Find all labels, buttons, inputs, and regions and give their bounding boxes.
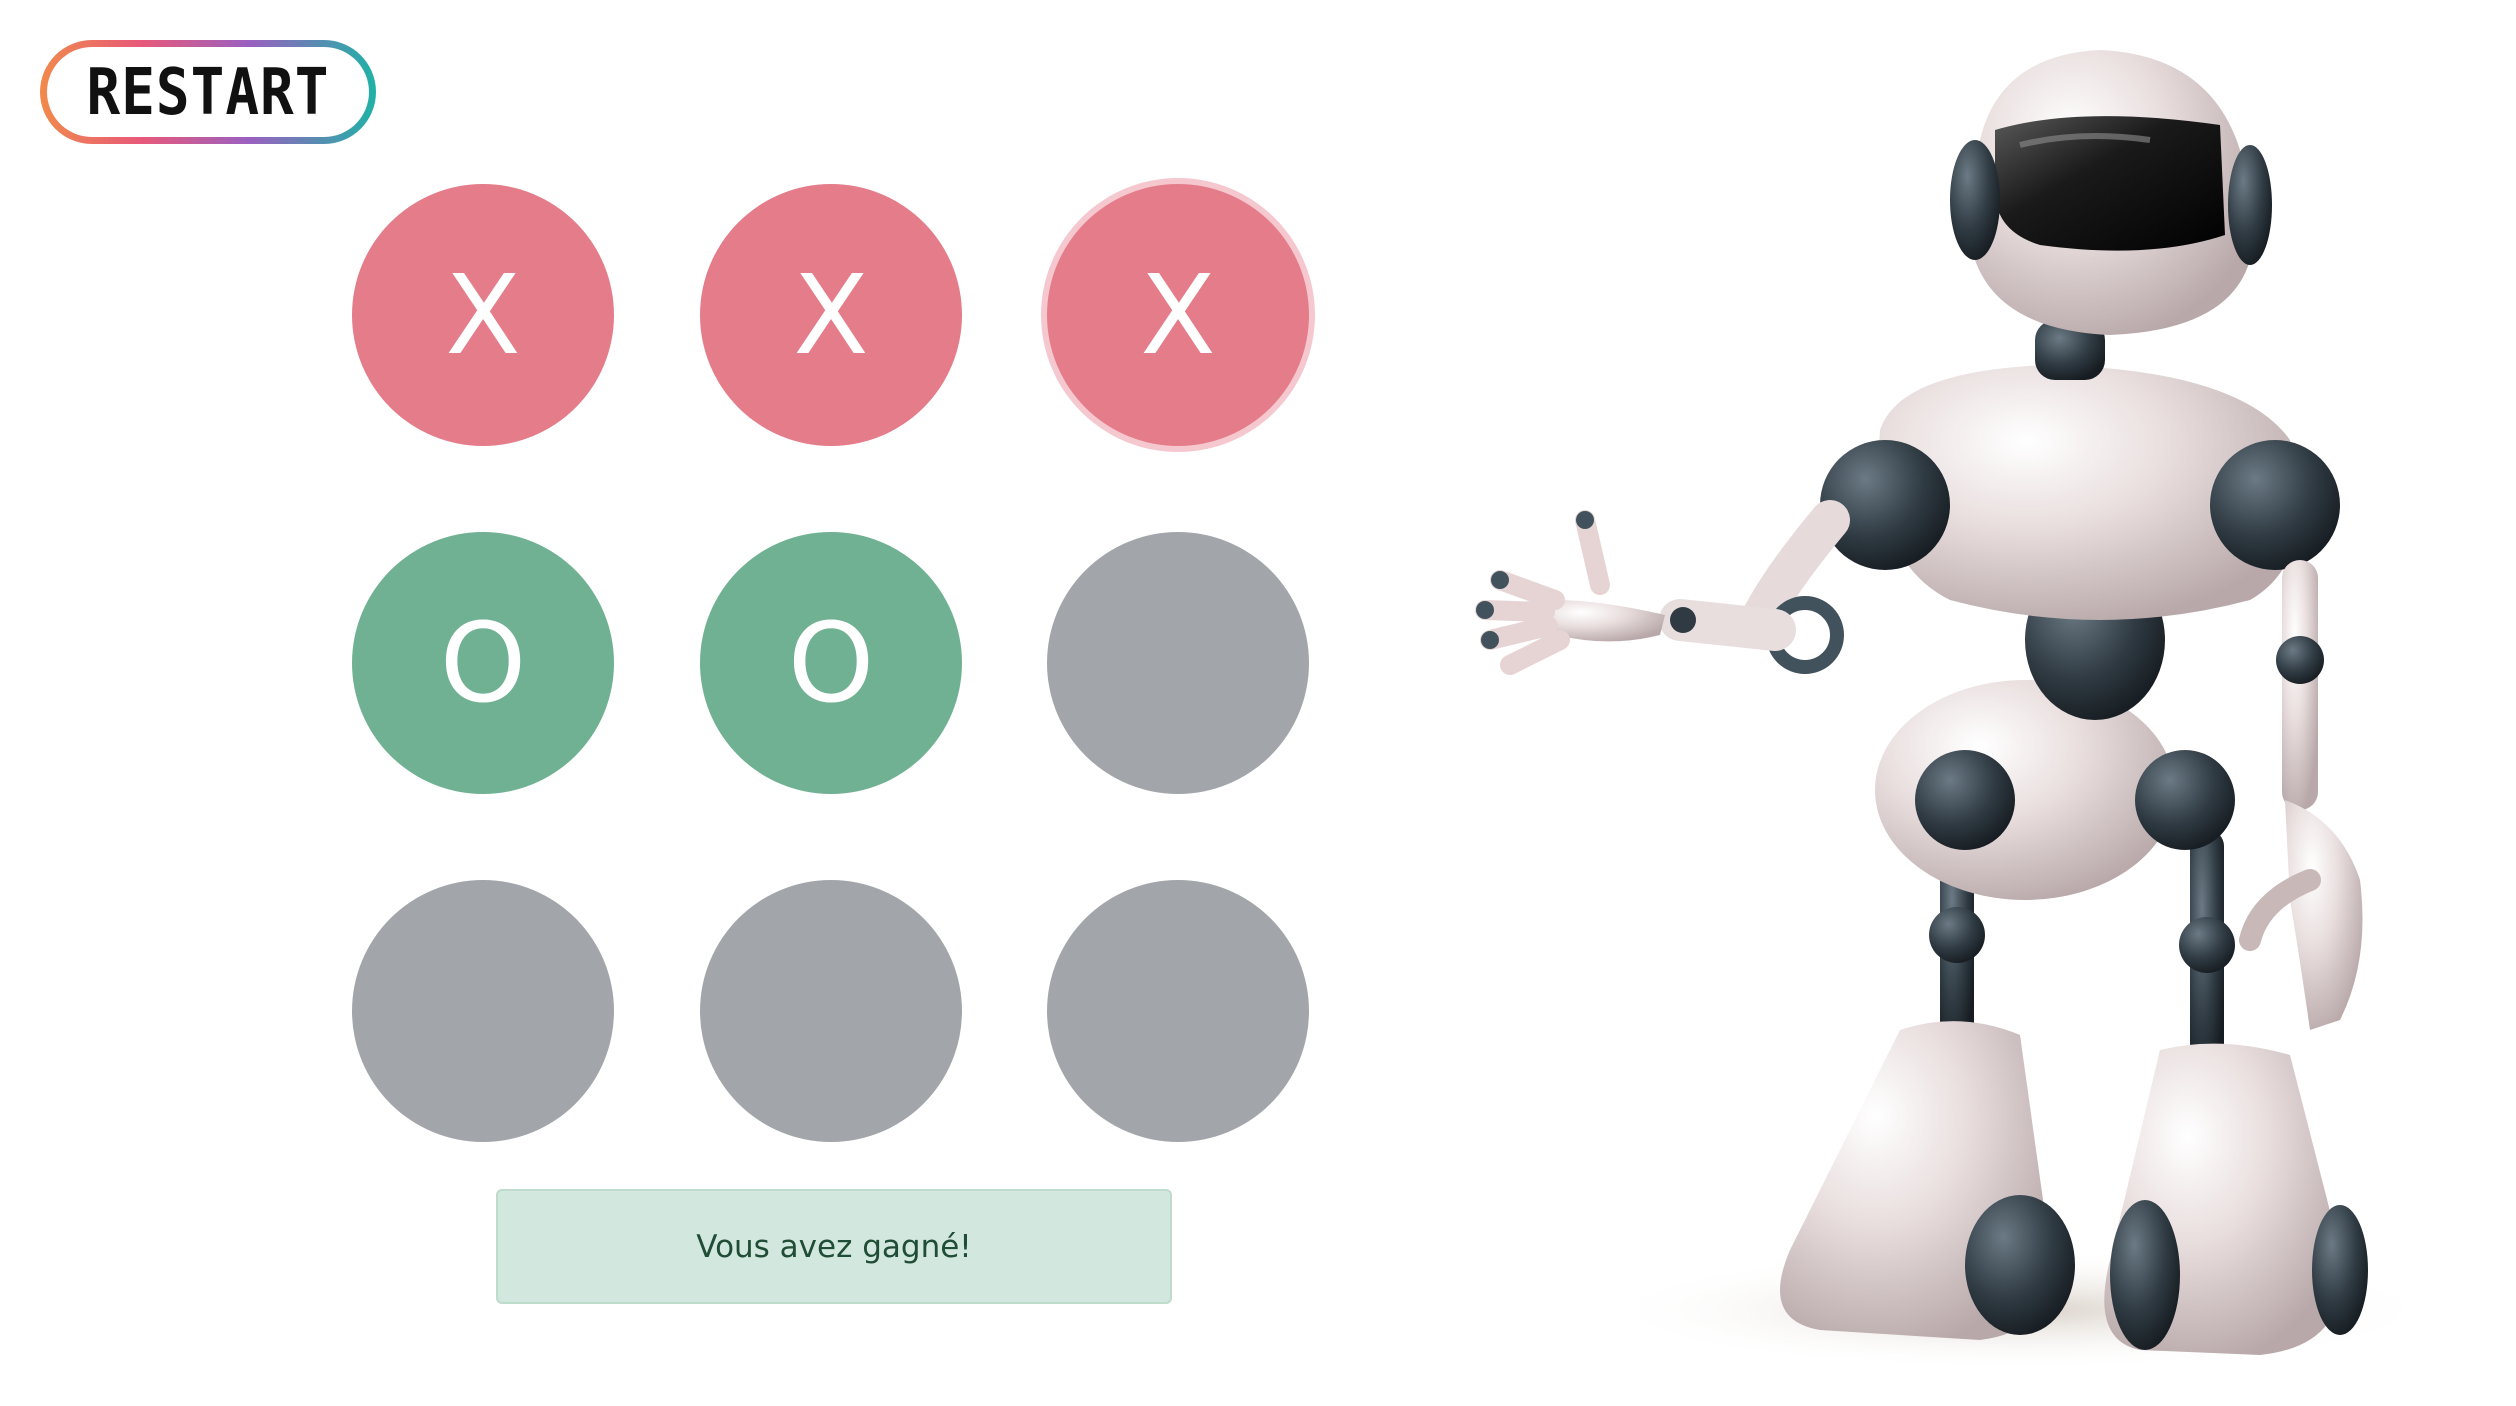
board-cell-7[interactable] xyxy=(352,880,614,1142)
board-cell-5[interactable]: O xyxy=(700,532,962,794)
restart-label: RESTART xyxy=(86,54,330,130)
robot-illustration xyxy=(1475,50,2440,1370)
win-message: Vous avez gagné! xyxy=(496,1189,1172,1304)
restart-button-inner[interactable]: RESTART xyxy=(47,47,369,137)
board-cell-1[interactable]: X xyxy=(352,184,614,446)
board-cell-9[interactable] xyxy=(1047,880,1309,1142)
win-message-text: Vous avez gagné! xyxy=(696,1228,972,1265)
board-cell-3[interactable]: X xyxy=(1047,184,1309,446)
board-cell-6[interactable] xyxy=(1047,532,1309,794)
board-cell-8[interactable] xyxy=(700,880,962,1142)
board-cell-4[interactable]: O xyxy=(352,532,614,794)
board-cell-2[interactable]: X xyxy=(700,184,962,446)
restart-button[interactable]: RESTART xyxy=(40,40,376,144)
